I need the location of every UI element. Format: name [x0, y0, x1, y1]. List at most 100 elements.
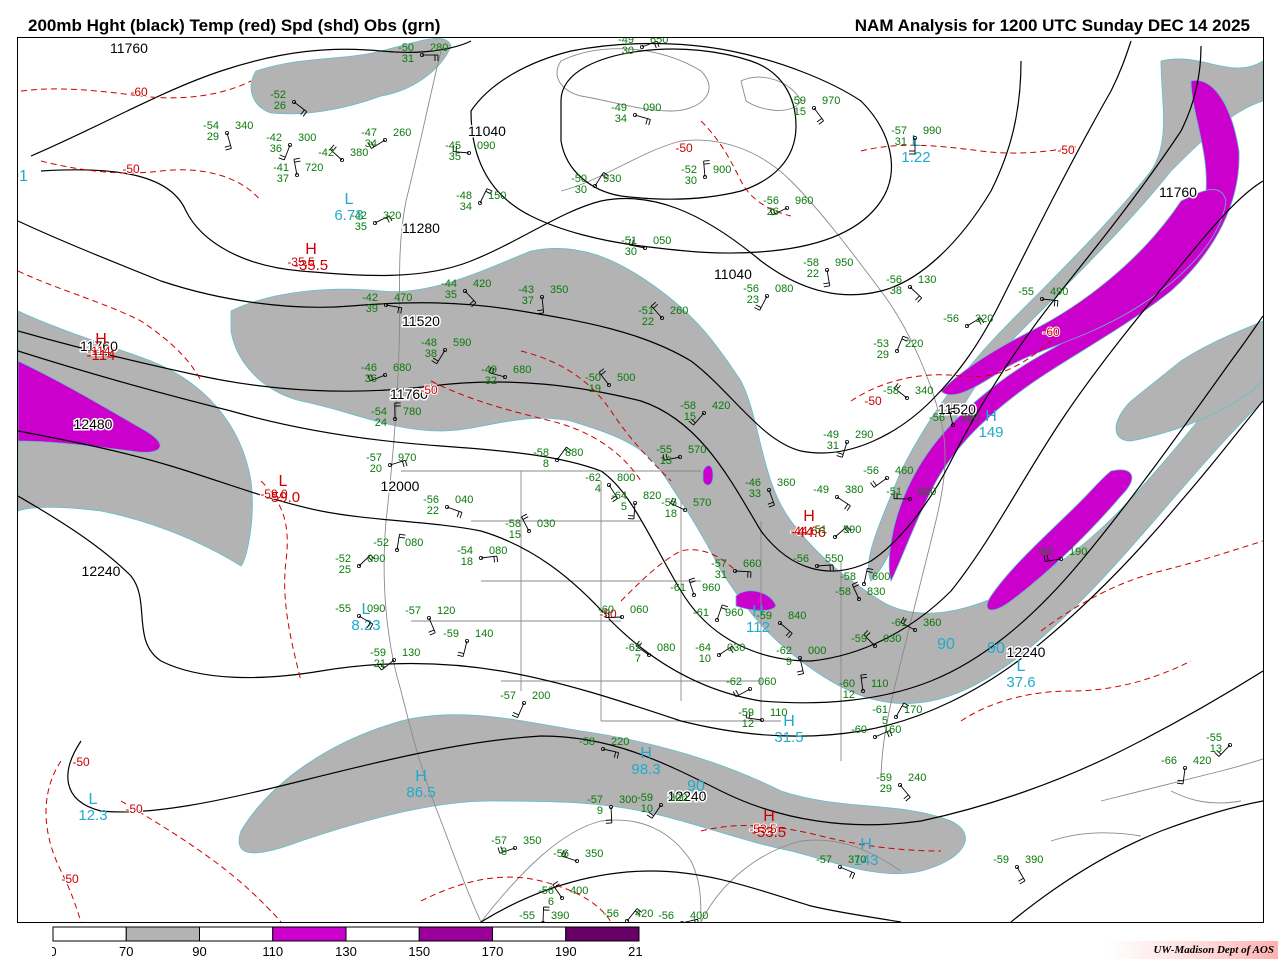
wind-barb-flag — [399, 533, 406, 536]
obs-dewpoint-depression: 15 — [794, 106, 806, 118]
chart-title-left: 200mb Hght (black) Temp (red) Spd (shd) … — [28, 16, 441, 35]
center-value: -59.0 — [266, 489, 300, 506]
wind-barb — [462, 640, 468, 657]
obs-temperature: -42 — [318, 147, 334, 159]
wind-barb-flag — [279, 154, 286, 158]
legend-tick-label: 150 — [408, 944, 430, 958]
wind-barb-flag — [294, 160, 301, 163]
wind-barb-flag — [732, 691, 737, 697]
station-observation: -56 350 — [553, 848, 603, 864]
wind-barb — [863, 568, 868, 585]
station-observation: -60 160 — [851, 724, 901, 740]
temperature-contour-label: -60 — [130, 85, 148, 99]
obs-height: 080 — [775, 283, 793, 295]
obs-height: 350 — [550, 284, 568, 296]
center-letter: H — [763, 808, 775, 825]
obs-dewpoint-depression: 22 — [642, 316, 654, 328]
height-contour-label: 12240 — [1007, 644, 1046, 660]
obs-height: 960 — [795, 195, 813, 207]
station-observation: -42 32035 — [351, 210, 401, 233]
obs-height: 590 — [843, 524, 861, 536]
obs-temperature: -56 — [603, 908, 619, 920]
center-value: 1.22 — [901, 149, 930, 166]
wind-barb-flag — [836, 455, 843, 458]
obs-height: 130 — [402, 647, 420, 659]
obs-height: 300 — [619, 794, 637, 806]
obs-dewpoint-depression: 24 — [375, 417, 387, 429]
wind-barb-flag — [797, 673, 804, 676]
station-observation: -61 960 — [693, 604, 743, 623]
wind-barb-flag — [905, 796, 911, 802]
obs-temperature: -56 — [793, 553, 809, 565]
obs-dewpoint-depression: 31 — [715, 569, 727, 581]
center-letter: L — [345, 191, 354, 208]
wind-barb-flag — [648, 119, 651, 126]
station-observation: -5513 — [1206, 732, 1233, 757]
wind-barb-flag — [459, 512, 463, 519]
wind-barb-flag — [537, 312, 544, 314]
obs-height: 930 — [603, 173, 621, 185]
wind-barb — [521, 516, 530, 532]
center-letter: H — [985, 408, 997, 425]
center-value: -35.5 — [294, 257, 328, 274]
obs-temperature: -58 — [840, 571, 856, 583]
obs-height: 280 — [430, 42, 448, 54]
obs-height: 340 — [235, 120, 253, 132]
obs-temperature: -58 — [579, 736, 595, 748]
wind-barb-flag — [823, 282, 830, 285]
wind-barb-flag — [646, 814, 653, 819]
obs-height: 550 — [825, 553, 843, 565]
obs-dewpoint-depression: 7 — [635, 653, 641, 665]
station-observation: -55 390 — [519, 906, 569, 922]
station-observation: -56 96026 — [763, 195, 813, 218]
center-letter: L — [1017, 658, 1026, 675]
wind-barb-flag — [796, 670, 804, 673]
station-observation: -58 340 — [883, 383, 933, 400]
wind-barb-flag — [497, 847, 501, 854]
obs-temperature: -51 — [811, 524, 827, 536]
obs-dewpoint-depression: 34 — [615, 113, 627, 125]
obs-height: 800 — [617, 472, 635, 484]
wind-barb-flag — [429, 632, 436, 636]
temperature-contour-label: -50 — [675, 141, 693, 155]
obs-height: 030 — [883, 633, 901, 645]
wind-barb — [716, 604, 723, 621]
station-observation: -56 4006 — [538, 881, 588, 908]
obs-temperature: -61 — [693, 607, 709, 619]
obs-height: 360 — [923, 617, 941, 629]
obs-temperature: -59 — [851, 633, 867, 645]
obs-height: 880 — [565, 447, 583, 459]
obs-height: 300 — [298, 132, 316, 144]
obs-height: 470 — [394, 292, 412, 304]
center-letter: H — [803, 508, 815, 525]
station-observation: -42 30036 — [266, 132, 316, 161]
obs-temperature: -56 — [943, 313, 959, 325]
height-contour-label: 11040 — [714, 266, 752, 282]
obs-height: 660 — [743, 558, 761, 570]
wind-barb — [1182, 767, 1186, 784]
obs-height: 260 — [670, 305, 688, 317]
obs-dewpoint-depression: 18 — [665, 508, 677, 520]
height-contour-label: 12240 — [82, 563, 121, 579]
station-observation: -54 08018 — [457, 545, 507, 568]
obs-height: 720 — [305, 162, 323, 174]
wind-barb-flag — [703, 160, 710, 162]
wind-barb-flag — [1018, 877, 1024, 882]
obs-temperature: -49 — [813, 484, 829, 496]
obs-height: 900 — [713, 164, 731, 176]
obs-dewpoint-depression: 21 — [374, 658, 386, 670]
center-letter: L — [89, 791, 98, 808]
obs-temperature: -58 — [835, 586, 851, 598]
station-observation: -57 200 — [500, 690, 550, 719]
wind-barb — [896, 335, 904, 352]
station-observation: -59 140 — [443, 628, 493, 657]
obs-height: 090 — [367, 553, 385, 565]
obs-height: 380 — [350, 147, 368, 159]
wind-barb — [895, 702, 905, 718]
obs-height: 080 — [489, 545, 507, 557]
legend-swatch — [345, 926, 420, 942]
obs-height: 420 — [473, 278, 491, 290]
wind-barb — [633, 502, 636, 519]
wind-barb — [283, 144, 291, 161]
center-value: 37.6 — [1006, 674, 1035, 691]
